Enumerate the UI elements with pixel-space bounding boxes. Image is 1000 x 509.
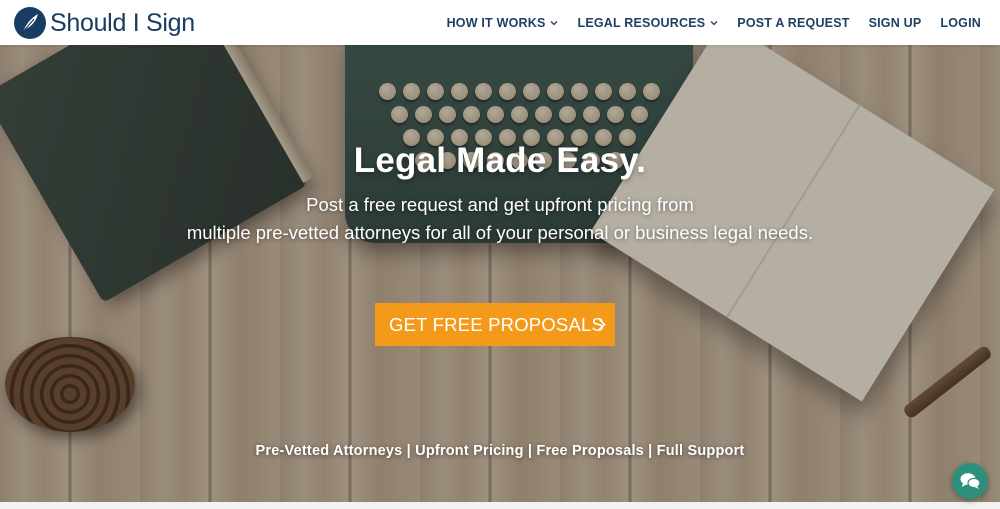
quill-feather-icon (14, 7, 46, 39)
chat-button[interactable] (952, 463, 988, 499)
hero-tagline: Pre-Vetted Attorneys | Upfront Pricing |… (255, 443, 745, 459)
page-bottom-strip (0, 502, 1000, 509)
chevron-right-icon (597, 317, 606, 332)
hero-subtitle: Post a free request and get upfront pric… (0, 191, 1000, 247)
nav-post-a-request-label: POST A REQUEST (737, 15, 850, 30)
chevron-down-icon (551, 20, 558, 25)
logo-text: Should I Sign (50, 8, 195, 37)
nav-login-label: LOGIN (940, 15, 981, 30)
nav-sign-up[interactable]: SIGN UP (869, 16, 922, 30)
get-free-proposals-button[interactable]: GET FREE PROPOSALS (375, 303, 615, 346)
chat-bubbles-icon (960, 473, 981, 489)
logo[interactable]: Should I Sign (14, 7, 195, 39)
hero-subtitle-line-2: multiple pre-vetted attorneys for all of… (186, 222, 814, 243)
main-nav: HOW IT WORKS LEGAL RESOURCES POST A REQU… (447, 0, 981, 45)
chevron-down-icon (710, 20, 718, 25)
hero-overlay (0, 45, 1000, 502)
nav-legal-resources[interactable]: LEGAL RESOURCES (577, 16, 718, 30)
nav-post-a-request[interactable]: POST A REQUEST (737, 16, 849, 30)
nav-how-it-works[interactable]: HOW IT WORKS (447, 16, 559, 30)
nav-login[interactable]: LOGIN (940, 16, 981, 30)
cta-label: GET FREE PROPOSALS (389, 313, 605, 335)
nav-how-it-works-label: HOW IT WORKS (446, 15, 546, 30)
hero-section: Legal Made Easy. Post a free request and… (0, 45, 1000, 502)
hero-title: Legal Made Easy. (353, 141, 647, 180)
nav-legal-resources-label: LEGAL RESOURCES (577, 15, 706, 30)
site-header: Should I Sign HOW IT WORKS LEGAL RESOURC… (0, 0, 1000, 45)
nav-sign-up-label: SIGN UP (868, 15, 922, 30)
hero-subtitle-line-1: Post a free request and get upfront pric… (306, 194, 694, 215)
